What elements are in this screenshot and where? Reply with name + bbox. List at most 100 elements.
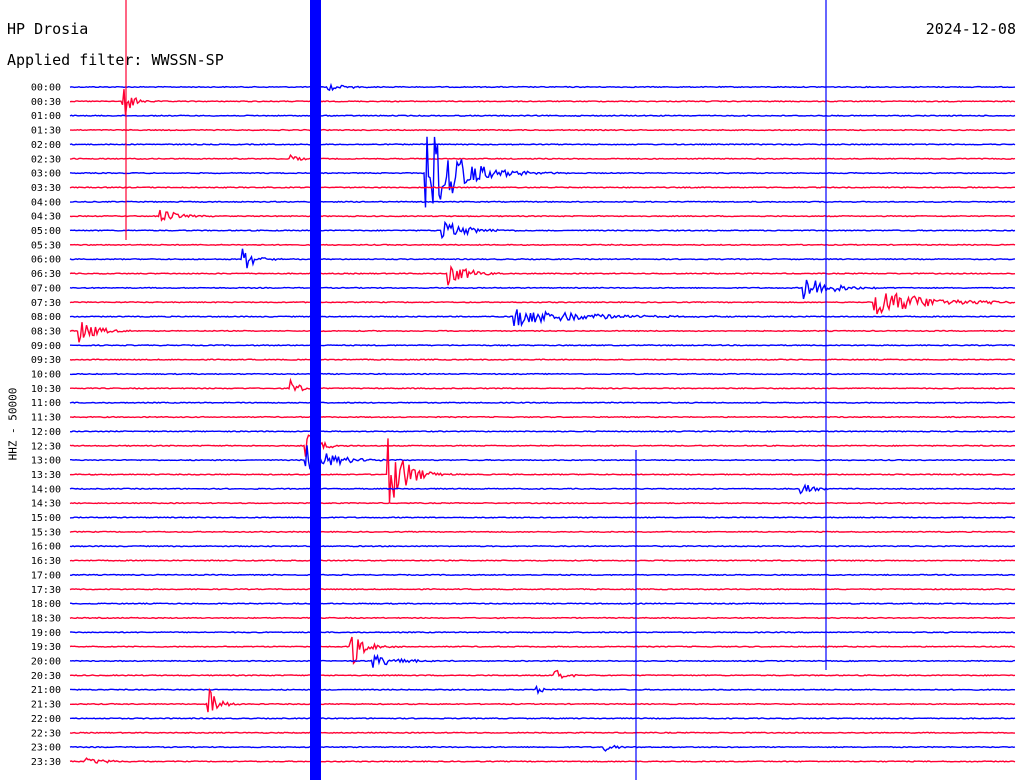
time-label: 20:00 (31, 657, 61, 668)
time-label: 08:00 (31, 312, 61, 323)
trace-line (69, 128, 1016, 132)
time-label: 02:30 (31, 154, 61, 165)
trace-line (69, 559, 1016, 562)
time-label: 20:30 (31, 671, 61, 682)
time-label: 14:00 (31, 484, 61, 495)
trace-line (69, 687, 1016, 713)
trace-line (69, 744, 1016, 752)
time-label: 17:00 (31, 570, 61, 581)
trace-line (69, 445, 1016, 470)
trace-line (69, 136, 1016, 208)
trace-line (69, 377, 1016, 393)
trace-line (69, 291, 1016, 315)
time-label: 07:30 (31, 298, 61, 309)
time-label: 13:00 (31, 456, 61, 467)
trace-line (69, 209, 1016, 222)
time-label: 01:30 (31, 126, 61, 137)
time-label: 10:30 (31, 384, 61, 395)
time-label: 07:00 (31, 283, 61, 294)
time-label: 16:00 (31, 542, 61, 553)
trace-line (69, 717, 1016, 720)
trace-line (69, 434, 1016, 457)
trace-line (69, 516, 1016, 519)
trace-line (69, 430, 1016, 433)
trace-line (69, 344, 1016, 347)
trace-line (69, 186, 1016, 189)
trace-line (69, 200, 1016, 204)
time-label: 22:30 (31, 728, 61, 739)
time-label: 05:30 (31, 240, 61, 251)
time-label-group: 00:00 00:30 01:00 01:30 02:00 02:30 03:00 03:30… (31, 83, 61, 768)
time-label: 03:30 (31, 183, 61, 194)
trace-line (69, 757, 1016, 764)
time-label: 04:00 (31, 197, 61, 208)
trace-line (69, 372, 1016, 376)
time-label: 21:00 (31, 685, 61, 696)
trace-line (69, 243, 1016, 247)
time-label: 02:00 (31, 140, 61, 151)
trace-line (69, 264, 1016, 286)
time-label: 12:30 (31, 441, 61, 452)
time-label: 03:00 (31, 169, 61, 180)
trace-line (69, 631, 1016, 634)
trace-line (69, 82, 1016, 92)
trace-line (69, 501, 1016, 505)
trace-line (69, 616, 1016, 620)
time-label: 15:30 (31, 527, 61, 538)
trace-line (69, 588, 1016, 591)
time-label: 11:30 (31, 413, 61, 424)
time-label: 13:30 (31, 470, 61, 481)
trace-line (69, 143, 1016, 146)
trace-line (69, 89, 1016, 115)
trace-line (69, 220, 1016, 240)
trace-line (69, 573, 1016, 577)
trace-line (69, 653, 1016, 668)
trace-line (69, 358, 1016, 361)
time-label: 17:30 (31, 585, 61, 596)
time-label: 16:30 (31, 556, 61, 567)
seismogram-plot: 00:00 00:30 01:00 01:30 02:00 02:30 03:00 03:30… (31, 0, 1016, 780)
time-label: 00:30 (31, 97, 61, 108)
trace-line (69, 279, 1016, 300)
time-label: 18:30 (31, 613, 61, 624)
time-label: 19:00 (31, 628, 61, 639)
time-label: 04:30 (31, 212, 61, 223)
time-label: 10:00 (31, 370, 61, 381)
trace-line (69, 636, 1016, 666)
time-label: 12:00 (31, 427, 61, 438)
trace-line (69, 153, 1016, 162)
time-label: 14:30 (31, 499, 61, 510)
time-label: 18:00 (31, 599, 61, 610)
trace-group (69, 0, 1016, 780)
trace-line (69, 483, 1016, 495)
trace-line (69, 415, 1016, 419)
time-label: 09:30 (31, 355, 61, 366)
trace-line (69, 248, 1016, 269)
time-label: 01:00 (31, 111, 61, 122)
time-label: 09:00 (31, 341, 61, 352)
time-label: 06:30 (31, 269, 61, 280)
time-label: 22:00 (31, 714, 61, 725)
trace-line (69, 114, 1016, 117)
trace-line (69, 322, 1016, 343)
time-label: 06:00 (31, 255, 61, 266)
time-label: 15:00 (31, 513, 61, 524)
time-label: 00:00 (31, 83, 61, 94)
trace-line (69, 544, 1016, 548)
trace-line (69, 530, 1016, 534)
time-label: 11:00 (31, 398, 61, 409)
time-label: 21:30 (31, 700, 61, 711)
trace-line (69, 684, 1016, 696)
trace-line (69, 669, 1016, 680)
trace-line (69, 401, 1016, 404)
trace-line (69, 731, 1016, 734)
time-label: 05:00 (31, 226, 61, 237)
time-label: 23:00 (31, 743, 61, 754)
time-label: 08:30 (31, 326, 61, 337)
time-label: 19:30 (31, 642, 61, 653)
trace-line (69, 602, 1016, 605)
trace-line (69, 309, 1016, 328)
time-label: 23:30 (31, 757, 61, 768)
trace-line (69, 438, 1016, 503)
saturated-signal-band (310, 0, 321, 780)
